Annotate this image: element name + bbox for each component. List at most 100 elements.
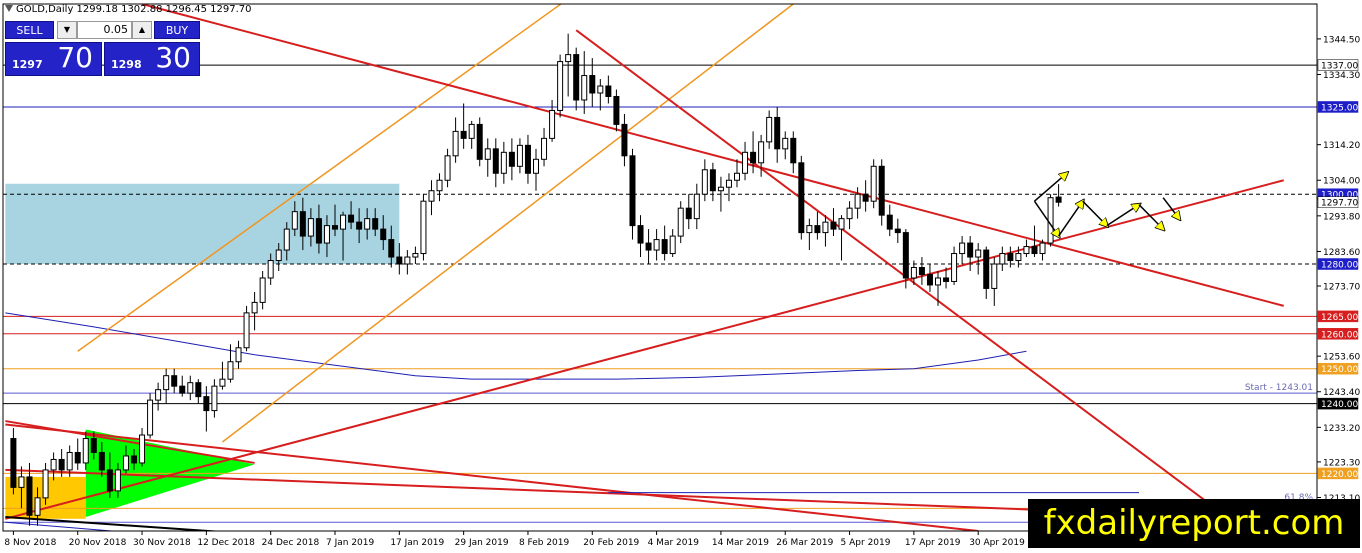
sell-price-box[interactable]: 1297 70 bbox=[5, 41, 102, 76]
candle-body bbox=[484, 148, 491, 160]
candle-body bbox=[605, 85, 612, 97]
candle-body bbox=[565, 54, 572, 63]
candle-body bbox=[1047, 197, 1054, 244]
y-tick-label: 1243.40 bbox=[1323, 388, 1360, 398]
x-tick-label: 30 Nov 2018 bbox=[133, 538, 191, 548]
candle-body bbox=[243, 312, 250, 349]
candle-body bbox=[693, 193, 700, 220]
sell-price-major: 1297 bbox=[12, 58, 43, 71]
candle-body bbox=[910, 267, 917, 279]
plot-layer: Start - 1243.0161.8%50% bbox=[3, 4, 1317, 531]
candle-body bbox=[894, 228, 901, 234]
candle-body bbox=[348, 214, 355, 223]
candle-body bbox=[476, 123, 483, 160]
candle-body bbox=[717, 186, 724, 192]
candle-body bbox=[798, 162, 805, 234]
plot-frame bbox=[2, 3, 1318, 532]
buy-button[interactable]: BUY bbox=[154, 21, 200, 39]
x-tick-label: 29 Jan 2019 bbox=[455, 538, 509, 548]
candle-body bbox=[26, 476, 33, 516]
candle-body bbox=[886, 214, 893, 230]
candle-body bbox=[661, 239, 668, 255]
y-tick-label: 1314.20 bbox=[1323, 141, 1360, 151]
candle-body bbox=[90, 438, 97, 453]
lot-increase-button[interactable]: ▲ bbox=[132, 21, 152, 39]
price-chart[interactable]: Start - 1243.0161.8%50% 1344.50 1334.30 131… bbox=[0, 0, 1362, 553]
x-tick-label: 20 Nov 2018 bbox=[69, 538, 127, 548]
candle-body bbox=[114, 469, 121, 492]
y-tick-label: 1334.30 bbox=[1323, 71, 1360, 81]
candle-body bbox=[468, 123, 475, 139]
candle-body bbox=[549, 109, 556, 139]
forecast-arrow bbox=[1033, 200, 1058, 236]
candle-body bbox=[1015, 253, 1022, 262]
candle-body bbox=[34, 497, 41, 516]
annotation-label: Start - 1243.01 bbox=[1245, 383, 1313, 393]
candle-body bbox=[613, 95, 620, 125]
candle-body bbox=[541, 137, 548, 160]
chevron-up-icon: ▲ bbox=[138, 25, 146, 34]
candle-body bbox=[460, 130, 467, 139]
chart-header: GOLD,Daily 1299.18 1302.88 1296.45 1297.… bbox=[16, 4, 252, 15]
price-label: 1297.70 bbox=[1321, 199, 1358, 209]
x-tick-label: 26 Mar 2019 bbox=[776, 538, 833, 548]
candle-body bbox=[452, 130, 459, 157]
y-tick-label: 1253.60 bbox=[1323, 353, 1360, 363]
sell-price-minor: 70 bbox=[57, 41, 93, 74]
candle-body bbox=[203, 396, 210, 412]
candle-body bbox=[653, 239, 660, 251]
candle-body bbox=[307, 218, 314, 237]
chart-window: Start - 1243.0161.8%50% 1344.50 1334.30 131… bbox=[0, 0, 1362, 553]
chevron-down-icon: ▼ bbox=[63, 25, 71, 34]
candle-body bbox=[340, 214, 347, 230]
candle-body bbox=[283, 228, 290, 251]
candle-body bbox=[299, 211, 306, 237]
symbol-dropdown-icon[interactable] bbox=[5, 5, 13, 12]
x-tick-label: 30 Apr 2019 bbox=[969, 538, 1025, 548]
candle-body bbox=[179, 385, 186, 394]
candle-body bbox=[742, 151, 749, 174]
buy-price-box[interactable]: 1298 30 bbox=[104, 41, 200, 76]
candle-body bbox=[98, 451, 105, 471]
sell-button[interactable]: SELL bbox=[5, 21, 54, 39]
lot-decrease-button[interactable]: ▼ bbox=[57, 21, 77, 39]
candle-body bbox=[139, 434, 146, 464]
candle-body bbox=[597, 85, 604, 94]
forecast-arrow bbox=[1057, 201, 1083, 237]
price-label: 1250.00 bbox=[1321, 365, 1358, 375]
candle-body bbox=[701, 169, 708, 195]
candle-body bbox=[396, 256, 403, 265]
forecast-arrow bbox=[1082, 200, 1107, 225]
price-label: 1337.00 bbox=[1321, 62, 1358, 72]
candle-body bbox=[372, 218, 379, 230]
candle-body bbox=[388, 239, 395, 258]
x-tick-label: 17 Apr 2019 bbox=[905, 538, 961, 548]
lot-size-input[interactable]: 0.05 bbox=[77, 21, 132, 39]
candle-body bbox=[862, 193, 869, 202]
candle-body bbox=[645, 242, 652, 251]
candle-body bbox=[790, 137, 797, 164]
candle-body bbox=[983, 249, 990, 289]
buy-price-minor: 30 bbox=[155, 41, 191, 74]
watermark-logo: fxdailyreport.com bbox=[1028, 499, 1360, 548]
candle-body bbox=[404, 256, 411, 265]
candle-body bbox=[315, 218, 322, 244]
x-tick-label: 17 Jan 2019 bbox=[390, 538, 444, 548]
candle-body bbox=[219, 378, 226, 387]
candle-body bbox=[122, 455, 129, 471]
candle-body bbox=[524, 144, 531, 174]
candle-body bbox=[508, 151, 515, 167]
candle-body bbox=[621, 123, 628, 157]
candle-body bbox=[66, 451, 73, 471]
candle-body bbox=[420, 200, 427, 255]
candle-body bbox=[444, 155, 451, 181]
candle-body bbox=[637, 225, 644, 244]
candle-body bbox=[323, 225, 330, 244]
candle-body bbox=[774, 116, 781, 150]
x-tick-label: 24 Dec 2018 bbox=[262, 538, 320, 548]
x-tick-label: 20 Feb 2019 bbox=[583, 538, 639, 548]
candle-body bbox=[267, 260, 274, 279]
x-tick-label: 8 Nov 2018 bbox=[4, 538, 56, 548]
candle-body bbox=[830, 221, 837, 230]
candle-body bbox=[492, 148, 499, 174]
